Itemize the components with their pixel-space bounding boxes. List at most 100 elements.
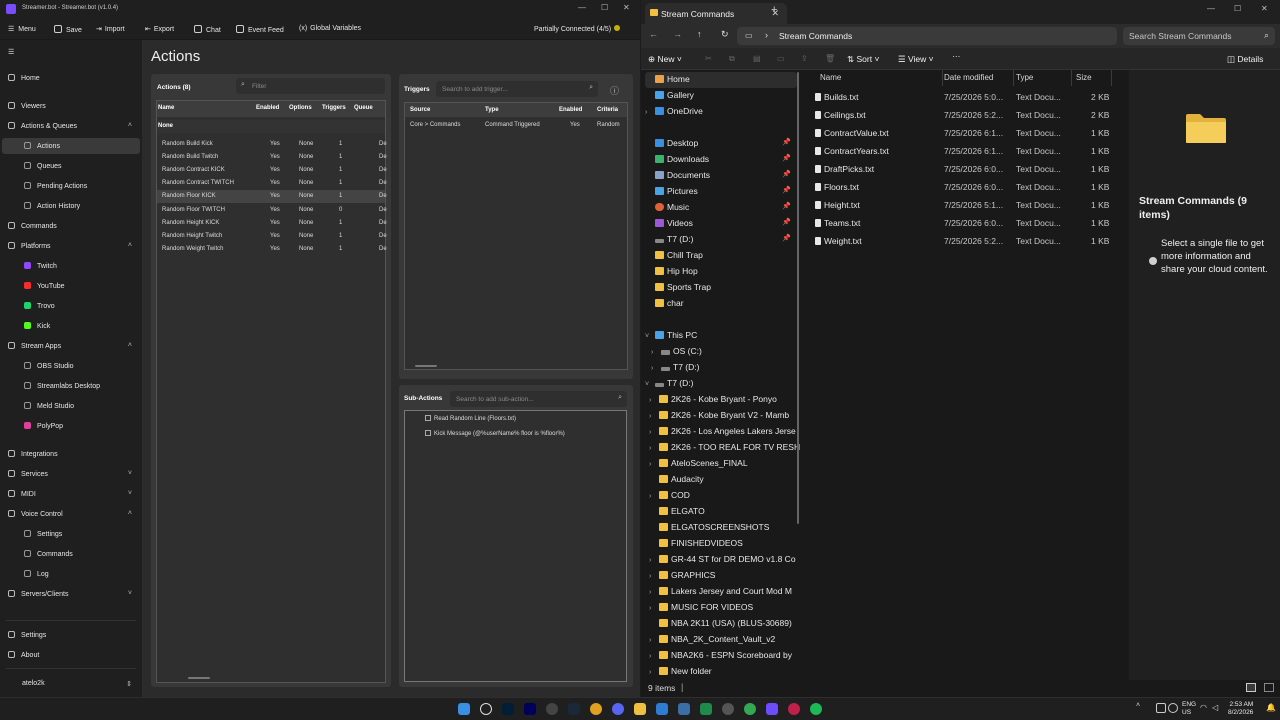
sidebar-item-actions-queues[interactable]: Actions & Queues bbox=[8, 122, 77, 130]
column-separator[interactable] bbox=[1111, 70, 1112, 86]
sidebar-item-polypop[interactable]: PolyPop bbox=[24, 422, 63, 430]
chevron-right-icon[interactable]: › bbox=[649, 589, 659, 596]
chevron-up-icon[interactable]: ˄ bbox=[1136, 702, 1140, 709]
column-separator[interactable] bbox=[942, 70, 943, 86]
connection-status[interactable]: Partially Connected (4/5) bbox=[534, 25, 621, 33]
table-row[interactable]: Random Height KICK Yes None 1 De bbox=[157, 217, 387, 230]
app-icon[interactable] bbox=[766, 703, 778, 715]
chevron-right-icon[interactable]: › bbox=[649, 669, 659, 676]
sidebar-item-kick[interactable]: Kick bbox=[24, 322, 50, 330]
nav-item-folder[interactable]: Audacity bbox=[659, 474, 704, 488]
browser-icon[interactable] bbox=[744, 703, 756, 715]
info-icon[interactable]: ⓘ bbox=[610, 84, 619, 97]
group-row[interactable] bbox=[157, 120, 385, 133]
nav-item-music[interactable]: Music 📌 bbox=[655, 202, 795, 216]
column-header-name[interactable]: Name bbox=[158, 105, 174, 111]
wifi-icon[interactable]: ◠ bbox=[1200, 703, 1207, 712]
column-header-options[interactable]: Options bbox=[289, 105, 312, 111]
chevron-right-icon[interactable]: › bbox=[649, 653, 659, 660]
refresh-icon[interactable]: ↻ bbox=[721, 29, 729, 40]
column-header-type[interactable]: Type bbox=[1016, 73, 1033, 82]
import-button[interactable]: ⇥ Import bbox=[96, 25, 125, 33]
nav-item-folder[interactable]: ELGATO bbox=[659, 506, 705, 520]
nav-item-folder[interactable]: Hip Hop bbox=[655, 266, 698, 280]
table-row[interactable]: Random Contract TWITCH Yes None 1 De bbox=[157, 177, 387, 190]
nav-item-folder[interactable]: ELGATOSCREENSHOTS bbox=[659, 522, 769, 536]
app-icon[interactable] bbox=[722, 703, 734, 715]
sidebar-item-actions[interactable]: Actions bbox=[24, 142, 60, 150]
paste-icon[interactable]: ▤ bbox=[753, 54, 761, 63]
actions-filter-input[interactable]: ⌕ Filter bbox=[236, 78, 385, 94]
file-row[interactable]: Teams.txt 7/25/2026 6:0... Text Docu... 1 K… bbox=[801, 215, 1129, 233]
app-icon[interactable] bbox=[678, 703, 690, 715]
chevron-down-icon[interactable]: ˅ bbox=[645, 381, 655, 388]
table-row[interactable]: Random Contract KICK Yes None 1 De bbox=[157, 164, 387, 177]
menu-button[interactable]: ☰ Menu bbox=[8, 25, 36, 33]
address-bar[interactable]: ▭ › Stream Commands bbox=[737, 27, 1117, 45]
chevron-up-icon[interactable]: ˄ bbox=[128, 510, 132, 517]
horizontal-scrollbar[interactable] bbox=[188, 677, 210, 679]
tiles-view-icon[interactable] bbox=[1264, 683, 1274, 692]
event-feed-button[interactable]: Event Feed bbox=[236, 25, 284, 34]
sidebar-item-services[interactable]: Services bbox=[8, 470, 48, 478]
sidebar-item-viewers[interactable]: Viewers bbox=[8, 102, 46, 110]
rename-icon[interactable]: ▭ bbox=[777, 54, 785, 63]
sidebar-item-twitch[interactable]: Twitch bbox=[24, 262, 57, 270]
nav-item-folder[interactable]: char bbox=[655, 298, 684, 312]
nav-item-folder[interactable]: NBA 2K11 (USA) (BLUS-30689) bbox=[659, 618, 792, 632]
file-row[interactable]: ContractValue.txt 7/25/2026 6:1... Text Do… bbox=[801, 125, 1129, 143]
sidebar-item-pending-actions[interactable]: Pending Actions bbox=[24, 182, 87, 190]
language-indicator[interactable]: ENG US bbox=[1182, 701, 1196, 717]
sidebar-item-voice-control[interactable]: Voice Control bbox=[8, 510, 63, 518]
view-button[interactable]: ☰ View ˅ bbox=[898, 54, 934, 65]
up-icon[interactable]: ↑ bbox=[697, 29, 702, 39]
nav-item-folder[interactable]: › MUSIC FOR VIDEOS bbox=[649, 602, 753, 616]
chevron-down-icon[interactable]: ˅ bbox=[645, 333, 655, 340]
minimize-icon[interactable]: — bbox=[1207, 4, 1215, 13]
nav-item-drive[interactable]: › OS (C:) bbox=[651, 346, 702, 360]
share-icon[interactable]: ⇪ bbox=[801, 54, 808, 63]
sidebar-item-integrations[interactable]: Integrations bbox=[8, 450, 58, 458]
sidebar-toggle-icon[interactable]: ☰ bbox=[8, 48, 14, 56]
sidebar-item-home[interactable]: Home bbox=[8, 74, 40, 82]
chevron-right-icon[interactable]: › bbox=[651, 365, 661, 372]
trigger-row[interactable]: Core > Commands Command Triggered Yes Ra… bbox=[405, 119, 627, 132]
pin-icon[interactable]: 📌 bbox=[782, 186, 791, 194]
app-icon[interactable] bbox=[700, 703, 712, 715]
table-row-selected[interactable]: Random Floor KICK Yes None 1 De bbox=[157, 190, 387, 203]
nav-item-folder[interactable]: › 2K26 - Los Angeles Lakers Jerse bbox=[649, 426, 796, 440]
chat-button[interactable]: Chat bbox=[194, 25, 221, 34]
column-header-queue[interactable]: Queue bbox=[354, 105, 373, 111]
chevron-up-icon[interactable]: ˄ bbox=[128, 122, 132, 129]
premiere-icon[interactable] bbox=[524, 703, 536, 715]
table-row[interactable]: Random Build Twitch Yes None 1 De bbox=[157, 151, 387, 164]
chevron-up-icon[interactable]: ˄ bbox=[128, 242, 132, 249]
nav-item-gallery[interactable]: Gallery bbox=[655, 90, 694, 104]
tab-stream-commands[interactable]: Stream Commands ✕ bbox=[645, 3, 787, 24]
close-icon[interactable]: ✕ bbox=[623, 3, 630, 12]
clock[interactable]: 2:53 AM 8/2/2026 bbox=[1228, 701, 1253, 717]
nav-item-desktop[interactable]: Desktop 📌 bbox=[655, 138, 795, 152]
sidebar-item-meld-studio[interactable]: Meld Studio bbox=[24, 402, 74, 410]
sidebar-item-servers-clients[interactable]: Servers/Clients bbox=[8, 590, 68, 598]
nav-item-t7[interactable]: ˅ T7 (D:) bbox=[645, 378, 693, 392]
sidebar-item-commands[interactable]: Commands bbox=[8, 222, 57, 230]
nav-item-folder[interactable]: Sports Trap bbox=[655, 282, 711, 296]
app-icon[interactable] bbox=[656, 703, 668, 715]
file-row[interactable]: ContractYears.txt 7/25/2026 6:1... Text Do… bbox=[801, 143, 1129, 161]
chevron-right-icon[interactable]: › bbox=[649, 557, 659, 564]
chrome-icon[interactable] bbox=[590, 703, 602, 715]
user-profile[interactable]: atelo2k bbox=[22, 680, 45, 687]
cut-icon[interactable]: ✂ bbox=[705, 54, 712, 63]
sidebar-item-queues[interactable]: Queues bbox=[24, 162, 62, 170]
chevron-right-icon[interactable]: › bbox=[649, 397, 659, 404]
delete-icon[interactable]: 🗑 bbox=[825, 54, 835, 63]
tray-app-icon[interactable] bbox=[1156, 703, 1166, 713]
spotify-icon[interactable] bbox=[810, 703, 822, 715]
column-header-type[interactable]: Type bbox=[485, 107, 499, 113]
discord-icon[interactable] bbox=[612, 703, 624, 715]
maximize-icon[interactable]: ☐ bbox=[1234, 4, 1241, 13]
nav-item-onedrive[interactable]: › OneDrive bbox=[645, 106, 703, 120]
table-row[interactable]: Random Floor TWITCH Yes None 0 De bbox=[157, 204, 387, 217]
pin-icon[interactable]: 📌 bbox=[782, 170, 791, 178]
